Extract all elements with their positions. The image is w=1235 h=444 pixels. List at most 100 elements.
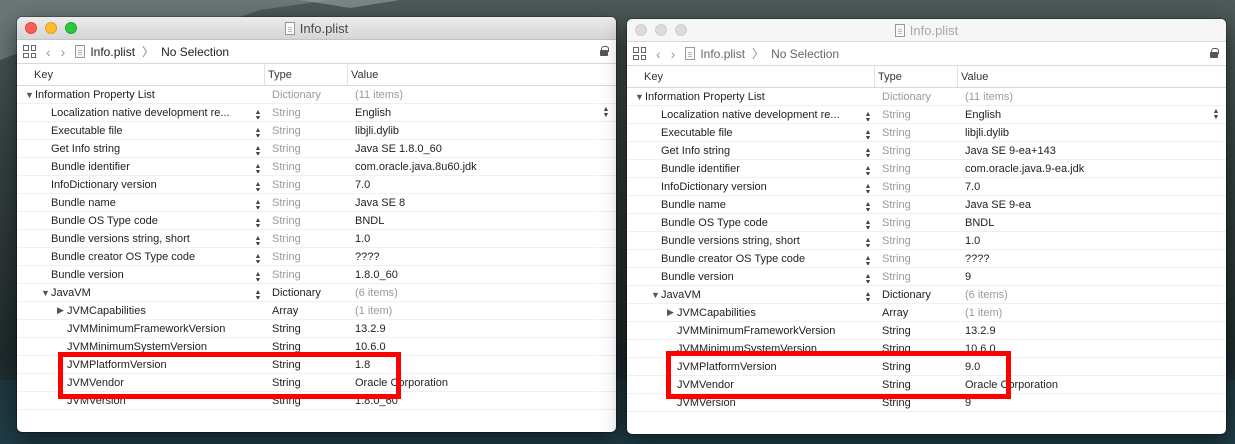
plist-window-java8: Info.plist ‹ › Info.plist 〉 No Selection… xyxy=(17,17,616,432)
chevron-updown-icon[interactable]: ▲ ▼ xyxy=(254,235,262,245)
column-header-key[interactable]: Key xyxy=(17,64,265,85)
table-row[interactable]: Executable file ▲ ▼ String libjli.dylib xyxy=(627,124,1226,142)
window-titlebar: Info.plist xyxy=(17,17,616,40)
table-row[interactable]: Executable file ▲ ▼ String libjli.dylib xyxy=(17,122,616,140)
back-arrow-icon[interactable]: ‹ xyxy=(46,44,51,60)
table-row[interactable]: JVMMinimumFrameworkVersion String 13.2.9 xyxy=(17,320,616,338)
column-header-type[interactable]: Type xyxy=(875,66,958,87)
table-row[interactable]: Localization native development re... ▲ ▼ … xyxy=(17,104,616,122)
value-popup-chevron-icon[interactable]: ▲ ▼ xyxy=(602,106,610,119)
forward-arrow-icon[interactable]: › xyxy=(61,44,66,60)
breadcrumb-file[interactable]: Info.plist xyxy=(700,47,745,61)
breadcrumb-file[interactable]: Info.plist xyxy=(90,45,135,59)
disclosure-expanded-icon[interactable]: ▼ xyxy=(25,90,35,100)
disclosure-collapsed-icon[interactable]: ▶ xyxy=(57,305,67,316)
chevron-updown-icon[interactable]: ▲ ▼ xyxy=(254,127,262,137)
table-row[interactable]: Bundle OS Type code ▲ ▼ String BNDL xyxy=(17,212,616,230)
chevron-updown-icon[interactable]: ▲ ▼ xyxy=(864,219,872,229)
table-row-root[interactable]: ▼ Information Property List Dictionary (1… xyxy=(627,88,1226,106)
chevron-updown-icon[interactable]: ▲ ▼ xyxy=(254,109,262,119)
plist-file-icon xyxy=(75,45,86,58)
chevron-updown-icon[interactable]: ▲ ▼ xyxy=(254,289,262,299)
chevron-updown-icon[interactable]: ▲ ▼ xyxy=(864,237,872,247)
table-row[interactable]: Bundle version ▲ ▼ String 9 xyxy=(627,268,1226,286)
table-row[interactable]: JVMMinimumFrameworkVersion String 13.2.9 xyxy=(627,322,1226,340)
table-row[interactable]: ▶ JVMCapabilities Array (1 item) xyxy=(17,302,616,320)
table-row[interactable]: Bundle OS Type code ▲ ▼ String BNDL xyxy=(627,214,1226,232)
chevron-updown-icon[interactable]: ▲ ▼ xyxy=(864,165,872,175)
table-row[interactable]: InfoDictionary version ▲ ▼ String 7.0 xyxy=(17,176,616,194)
document-icon xyxy=(284,22,295,35)
chevron-updown-icon[interactable]: ▲ ▼ xyxy=(254,181,262,191)
chevron-updown-icon[interactable]: ▲ ▼ xyxy=(864,255,872,265)
table-row[interactable]: JVMMinimumSystemVersion String 10.6.0 xyxy=(17,338,616,356)
table-row[interactable]: JVMMinimumSystemVersion String 10.6.0 xyxy=(627,340,1226,358)
plist-rows: ▼ Information Property List Dictionary (1… xyxy=(627,88,1226,412)
table-row-javavm[interactable]: ▼ JavaVM ▲ ▼ Dictionary (6 items) xyxy=(627,286,1226,304)
table-row[interactable]: Bundle creator OS Type code ▲ ▼ String ???… xyxy=(17,248,616,266)
table-row[interactable]: JVMPlatformVersion String 1.8 xyxy=(17,356,616,374)
table-row[interactable]: Localization native development re... ▲ ▼ … xyxy=(627,106,1226,124)
chevron-updown-icon[interactable]: ▲ ▼ xyxy=(254,163,262,173)
table-row[interactable]: JVMVersion String 9 xyxy=(627,394,1226,412)
document-icon xyxy=(894,24,905,37)
table-row[interactable]: Bundle name ▲ ▼ String Java SE 8 xyxy=(17,194,616,212)
table-row[interactable]: InfoDictionary version ▲ ▼ String 7.0 xyxy=(627,178,1226,196)
chevron-updown-icon[interactable]: ▲ ▼ xyxy=(864,201,872,211)
value-popup-chevron-icon[interactable]: ▲ ▼ xyxy=(1212,108,1220,121)
plist-window-java9: Info.plist ‹ › Info.plist 〉 No Selection… xyxy=(627,19,1226,434)
table-row[interactable]: Bundle version ▲ ▼ String 1.8.0_60 xyxy=(17,266,616,284)
back-arrow-icon[interactable]: ‹ xyxy=(656,46,661,62)
table-row[interactable]: Bundle name ▲ ▼ String Java SE 9-ea xyxy=(627,196,1226,214)
window-title: Info.plist xyxy=(17,21,616,36)
chevron-updown-icon[interactable]: ▲ ▼ xyxy=(254,217,262,227)
column-header-value[interactable]: Value xyxy=(958,66,1226,87)
chevron-updown-icon[interactable]: ▲ ▼ xyxy=(864,111,872,121)
column-header-type[interactable]: Type xyxy=(265,64,348,85)
chevron-updown-icon[interactable]: ▲ ▼ xyxy=(864,291,872,301)
breadcrumb[interactable]: Info.plist 〉 No Selection xyxy=(75,43,229,60)
forward-arrow-icon[interactable]: › xyxy=(671,46,676,62)
lock-icon[interactable] xyxy=(1210,48,1219,58)
jump-bar: ‹ › Info.plist 〉 No Selection xyxy=(17,40,616,64)
chevron-updown-icon[interactable]: ▲ ▼ xyxy=(864,129,872,139)
column-header: Key Type Value xyxy=(17,64,616,86)
disclosure-collapsed-icon[interactable]: ▶ xyxy=(667,307,677,318)
breadcrumb-separator-icon: 〉 xyxy=(752,47,765,61)
table-row[interactable]: Bundle versions string, short ▲ ▼ String 1… xyxy=(17,230,616,248)
chevron-updown-icon[interactable]: ▲ ▼ xyxy=(864,147,872,157)
table-row[interactable]: Bundle versions string, short ▲ ▼ String 1… xyxy=(627,232,1226,250)
chevron-updown-icon[interactable]: ▲ ▼ xyxy=(254,271,262,281)
table-row[interactable]: JVMVendor String Oracle Corporation xyxy=(627,376,1226,394)
disclosure-expanded-icon[interactable]: ▼ xyxy=(651,290,661,300)
table-row-javavm[interactable]: ▼ JavaVM ▲ ▼ Dictionary (6 items) xyxy=(17,284,616,302)
related-items-grid-icon[interactable] xyxy=(23,45,36,58)
table-row[interactable]: Bundle identifier ▲ ▼ String com.oracle.ja… xyxy=(627,160,1226,178)
breadcrumb-selection[interactable]: No Selection xyxy=(161,45,229,59)
related-items-grid-icon[interactable] xyxy=(633,47,646,60)
table-row[interactable]: Bundle identifier ▲ ▼ String com.oracle.ja… xyxy=(17,158,616,176)
table-row[interactable]: Bundle creator OS Type code ▲ ▼ String ???… xyxy=(627,250,1226,268)
chevron-updown-icon[interactable]: ▲ ▼ xyxy=(254,199,262,209)
table-row[interactable]: Get Info string ▲ ▼ String Java SE 1.8.0_6… xyxy=(17,140,616,158)
chevron-updown-icon[interactable]: ▲ ▼ xyxy=(254,253,262,263)
table-row[interactable]: JVMVersion String 1.8.0_60 xyxy=(17,392,616,410)
jump-bar: ‹ › Info.plist 〉 No Selection xyxy=(627,42,1226,66)
table-row[interactable]: JVMVendor String Oracle Corporation xyxy=(17,374,616,392)
lock-icon[interactable] xyxy=(600,46,609,56)
disclosure-expanded-icon[interactable]: ▼ xyxy=(635,92,645,102)
table-row[interactable]: Get Info string ▲ ▼ String Java SE 9-ea+14… xyxy=(627,142,1226,160)
table-row[interactable]: JVMPlatformVersion String 9.0 xyxy=(627,358,1226,376)
table-row[interactable]: ▶ JVMCapabilities Array (1 item) xyxy=(627,304,1226,322)
chevron-updown-icon[interactable]: ▲ ▼ xyxy=(864,273,872,283)
breadcrumb-selection[interactable]: No Selection xyxy=(771,47,839,61)
table-row-root[interactable]: ▼ Information Property List Dictionary (1… xyxy=(17,86,616,104)
disclosure-expanded-icon[interactable]: ▼ xyxy=(41,288,51,298)
breadcrumb-separator-icon: 〉 xyxy=(142,45,155,59)
breadcrumb[interactable]: Info.plist 〉 No Selection xyxy=(685,45,839,62)
chevron-updown-icon[interactable]: ▲ ▼ xyxy=(254,145,262,155)
chevron-updown-icon[interactable]: ▲ ▼ xyxy=(864,183,872,193)
column-header-key[interactable]: Key xyxy=(627,66,875,87)
column-header-value[interactable]: Value xyxy=(348,64,616,85)
window-title-text: Info.plist xyxy=(299,21,349,36)
